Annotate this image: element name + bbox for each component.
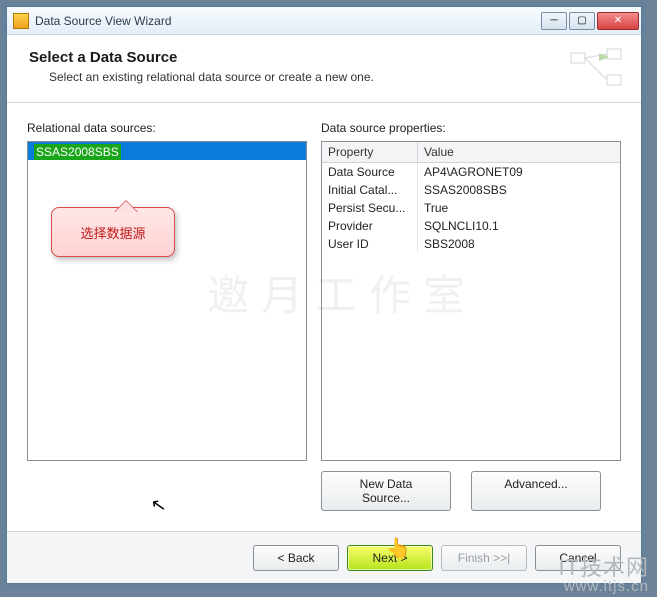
property-rows: Data Source AP4\AGRONET09 Initial Catal.… <box>322 163 620 460</box>
table-row: Data Source AP4\AGRONET09 <box>322 163 620 181</box>
header-decoration-icon <box>569 47 625 91</box>
page-subtitle: Select an existing relational data sourc… <box>49 70 621 84</box>
cancel-button[interactable]: Cancel <box>535 545 621 571</box>
wizard-body: Relational data sources: SSAS2008SBS Dat… <box>7 103 641 523</box>
titlebar: Data Source View Wizard ─ ▢ ✕ <box>7 7 641 35</box>
app-icon <box>13 13 29 29</box>
property-grid[interactable]: Property Value Data Source AP4\AGRONET09… <box>321 141 621 461</box>
wizard-footer: < Back Next > Finish >>| Cancel <box>7 531 641 583</box>
property-grid-header: Property Value <box>322 142 620 163</box>
wizard-window: Data Source View Wizard ─ ▢ ✕ Select a D… <box>6 6 642 584</box>
annotation-callout: 选择数据源 <box>51 207 175 257</box>
data-sources-label: Relational data sources: <box>27 121 307 135</box>
minimize-button[interactable]: ─ <box>541 12 567 30</box>
page-title: Select a Data Source <box>29 49 621 66</box>
table-row: User ID SBS2008 <box>322 235 620 253</box>
properties-label: Data source properties: <box>321 121 621 135</box>
wizard-header: Select a Data Source Select an existing … <box>7 35 641 103</box>
right-column: Data source properties: Property Value D… <box>321 121 621 511</box>
table-row: Initial Catal... SSAS2008SBS <box>322 181 620 199</box>
list-item[interactable]: SSAS2008SBS <box>28 142 306 160</box>
next-button[interactable]: Next > <box>347 545 433 571</box>
left-column: Relational data sources: SSAS2008SBS <box>27 121 307 511</box>
window-buttons: ─ ▢ ✕ <box>541 12 639 30</box>
callout-text: 选择数据源 <box>80 223 145 242</box>
finish-button: Finish >>| <box>441 545 527 571</box>
action-buttons: New Data Source... Advanced... <box>321 461 621 511</box>
maximize-button[interactable]: ▢ <box>569 12 595 30</box>
header-value: Value <box>418 142 460 162</box>
back-button[interactable]: < Back <box>253 545 339 571</box>
close-button[interactable]: ✕ <box>597 12 639 30</box>
table-row: Provider SQLNCLI10.1 <box>322 217 620 235</box>
advanced-button[interactable]: Advanced... <box>471 471 601 511</box>
data-sources-listbox[interactable]: SSAS2008SBS <box>27 141 307 461</box>
header-property: Property <box>322 142 418 162</box>
table-row: Persist Secu... True <box>322 199 620 217</box>
window-title: Data Source View Wizard <box>35 14 541 28</box>
new-data-source-button[interactable]: New Data Source... <box>321 471 451 511</box>
list-item-label: SSAS2008SBS <box>34 144 121 160</box>
